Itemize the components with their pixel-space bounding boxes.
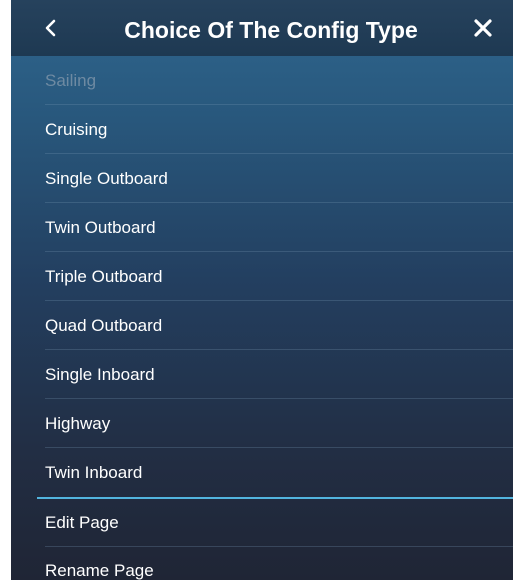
dialog-title: Choice Of The Config Type: [124, 17, 418, 43]
list-item-twin-inboard[interactable]: Twin Inboard: [11, 448, 513, 497]
page-actions-list: Edit Page Rename Page: [11, 499, 513, 580]
list-item-quad-outboard[interactable]: Quad Outboard: [11, 301, 513, 350]
screen: Choice Of The Config Type Sailing Cruisi…: [0, 0, 518, 580]
list-item-label: Quad Outboard: [45, 315, 163, 335]
list-item-label: Edit Page: [45, 513, 119, 532]
rename-page-button[interactable]: Rename Page: [11, 547, 513, 580]
dialog-header: Choice Of The Config Type: [11, 0, 513, 56]
list-item-label: Sailing: [45, 70, 97, 90]
close-icon: [474, 19, 492, 37]
chevron-left-icon: [45, 19, 56, 37]
close-button[interactable]: [463, 8, 503, 48]
list-item-label: Highway: [45, 413, 111, 433]
list-item-label: Twin Inboard: [45, 462, 143, 482]
list-item-label: Single Inboard: [45, 364, 155, 384]
list-item-twin-outboard[interactable]: Twin Outboard: [11, 203, 513, 252]
list-item-cruising[interactable]: Cruising: [11, 105, 513, 154]
list-item-single-outboard[interactable]: Single Outboard: [11, 154, 513, 203]
list-item-single-inboard[interactable]: Single Inboard: [11, 350, 513, 399]
config-type-dialog: Choice Of The Config Type Sailing Cruisi…: [11, 0, 513, 580]
list-item-label: Twin Outboard: [45, 217, 156, 237]
edit-page-button[interactable]: Edit Page: [11, 499, 513, 547]
list-item-sailing: Sailing: [11, 56, 513, 105]
list-item-triple-outboard[interactable]: Triple Outboard: [11, 252, 513, 301]
list-item-label: Single Outboard: [45, 168, 168, 188]
list-item-label: Triple Outboard: [45, 266, 163, 286]
list-item-label: Cruising: [45, 119, 108, 139]
back-button[interactable]: [31, 8, 71, 48]
list-item-label: Rename Page: [45, 561, 154, 580]
config-type-list: Sailing Cruising Single Outboard Twin Ou…: [11, 56, 513, 497]
list-item-highway[interactable]: Highway: [11, 399, 513, 448]
